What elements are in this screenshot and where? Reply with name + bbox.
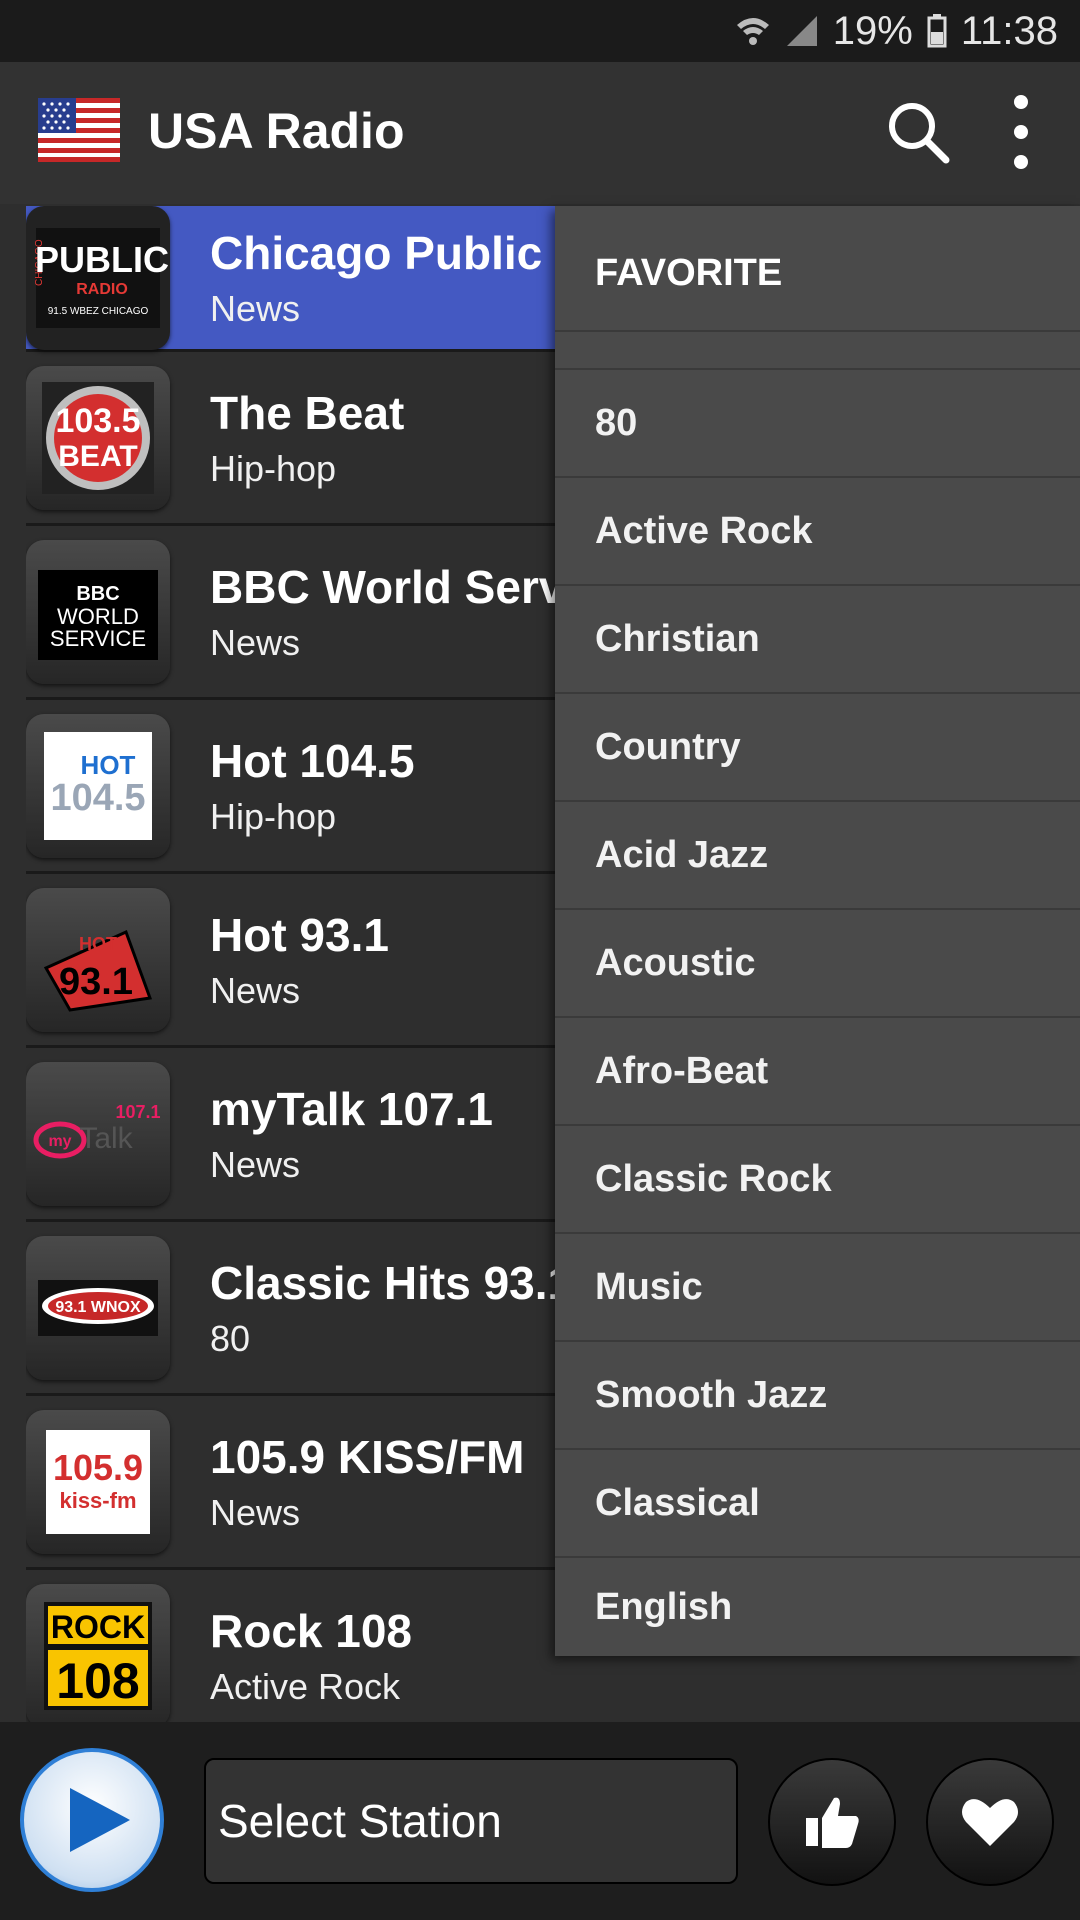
bbc-world-service-logo: BBC WORLD SERVICE <box>26 540 170 684</box>
selected-station-field[interactable]: Select Station <box>204 1758 738 1884</box>
logo-text: ROCK <box>51 1609 145 1645</box>
station-genre: Hip-hop <box>210 448 337 489</box>
kiss-fm-logo: 105.9 kiss-fm <box>26 1410 170 1554</box>
logo-text: 104.5 <box>50 777 145 819</box>
favorite-button[interactable] <box>926 1758 1054 1886</box>
hot-93-1-logo: HOT 93.1 <box>26 888 170 1032</box>
wnox-logo: 93.1 WNOX <box>26 1236 170 1380</box>
app-title: USA Radio <box>148 103 405 159</box>
battery-icon <box>927 14 947 48</box>
station-name: Hot 104.5 <box>210 735 415 787</box>
station-name: myTalk 107.1 <box>210 1083 494 1135</box>
station-genre: News <box>210 622 301 663</box>
rock-108-logo: ROCK 108 <box>26 1584 170 1722</box>
public-radio-logo: CHICAGO PUBLIC RADIO 91.5 WBEZ CHICAGO <box>26 206 170 350</box>
dropdown-item[interactable]: Classic Rock <box>555 1126 1080 1234</box>
logo-text: 93.1 <box>59 961 133 1003</box>
genre-dropdown-menu: FAVORITE 80 Active Rock Christian Countr… <box>555 206 1080 1656</box>
logo-text: 103.5 <box>55 402 140 440</box>
station-name: 105.9 KISS/FM <box>210 1431 525 1483</box>
clock: 11:38 <box>960 8 1058 53</box>
dropdown-header[interactable]: FAVORITE <box>595 252 782 295</box>
logo-text: Talk <box>79 1122 133 1155</box>
logo-text: BBC <box>76 583 119 605</box>
dropdown-item[interactable]: Active Rock <box>555 478 1080 586</box>
app-bar: USA Radio <box>0 62 1080 204</box>
player-bar: Select Station <box>0 1722 1080 1920</box>
logo-text: 91.5 WBEZ CHICAGO <box>48 306 149 317</box>
station-genre: Active Rock <box>210 1666 401 1707</box>
search-button[interactable] <box>884 98 954 168</box>
scrolled-item-partial <box>555 332 1080 370</box>
mytalk-logo: my Talk 107.1 <box>26 1062 170 1206</box>
logo-text: 93.1 WNOX <box>55 1299 141 1316</box>
dropdown-item[interactable]: Afro-Beat <box>555 1018 1080 1126</box>
more-vert-icon <box>1014 95 1028 169</box>
station-genre: News <box>210 288 301 329</box>
status-bar: 19% 11:38 <box>0 0 1080 62</box>
hot-104-5-logo: HOT 104.5 <box>26 714 170 858</box>
logo-text: my <box>48 1133 71 1150</box>
station-name: The Beat <box>210 387 405 439</box>
logo-text: SERVICE <box>50 626 146 651</box>
dropdown-item[interactable]: Acid Jazz <box>555 802 1080 910</box>
play-icon <box>70 1788 130 1852</box>
dropdown-item[interactable]: Acoustic <box>555 910 1080 1018</box>
station-name: Classic Hits 93.1 <box>210 1257 574 1309</box>
station-genre: News <box>210 1144 301 1185</box>
play-button[interactable] <box>20 1748 164 1892</box>
dropdown-item[interactable]: 80 <box>555 370 1080 478</box>
heart-icon <box>962 1799 1018 1846</box>
dropdown-item[interactable]: Country <box>555 694 1080 802</box>
wifi-icon <box>735 13 771 49</box>
station-name: Hot 93.1 <box>210 909 389 961</box>
103-5-the-beat-logo: 103.5 BEAT <box>26 366 170 510</box>
logo-text: 107.1 <box>115 1102 160 1122</box>
station-genre: Hip-hop <box>210 796 337 837</box>
dropdown-item[interactable]: English <box>555 1558 1080 1656</box>
dropdown-item[interactable]: Music <box>555 1234 1080 1342</box>
search-icon <box>889 103 950 164</box>
logo-text: HOT <box>81 750 136 780</box>
battery-percent: 19% <box>832 8 913 53</box>
logo-text: kiss-fm <box>59 1488 136 1513</box>
overflow-menu-button[interactable] <box>1000 92 1042 172</box>
logo-text: PUBLIC <box>35 239 169 280</box>
usa-flag-icon <box>38 98 120 162</box>
station-genre: News <box>210 970 301 1011</box>
station-name: Rock 108 <box>210 1605 413 1657</box>
dropdown-item[interactable]: Classical <box>555 1450 1080 1558</box>
dropdown-item[interactable]: Smooth Jazz <box>555 1342 1080 1450</box>
logo-text: 108 <box>56 1653 139 1709</box>
logo-text: 105.9 <box>53 1447 143 1488</box>
station-genre: 80 <box>210 1318 251 1359</box>
signal-icon <box>785 14 819 48</box>
like-button[interactable] <box>768 1758 896 1886</box>
logo-text: RADIO <box>76 281 128 298</box>
dropdown-item[interactable]: Christian <box>555 586 1080 694</box>
logo-text: BEAT <box>58 440 137 473</box>
thumbs-up-icon <box>806 1797 859 1848</box>
logo-text: HOT <box>79 934 117 954</box>
station-genre: News <box>210 1492 301 1533</box>
